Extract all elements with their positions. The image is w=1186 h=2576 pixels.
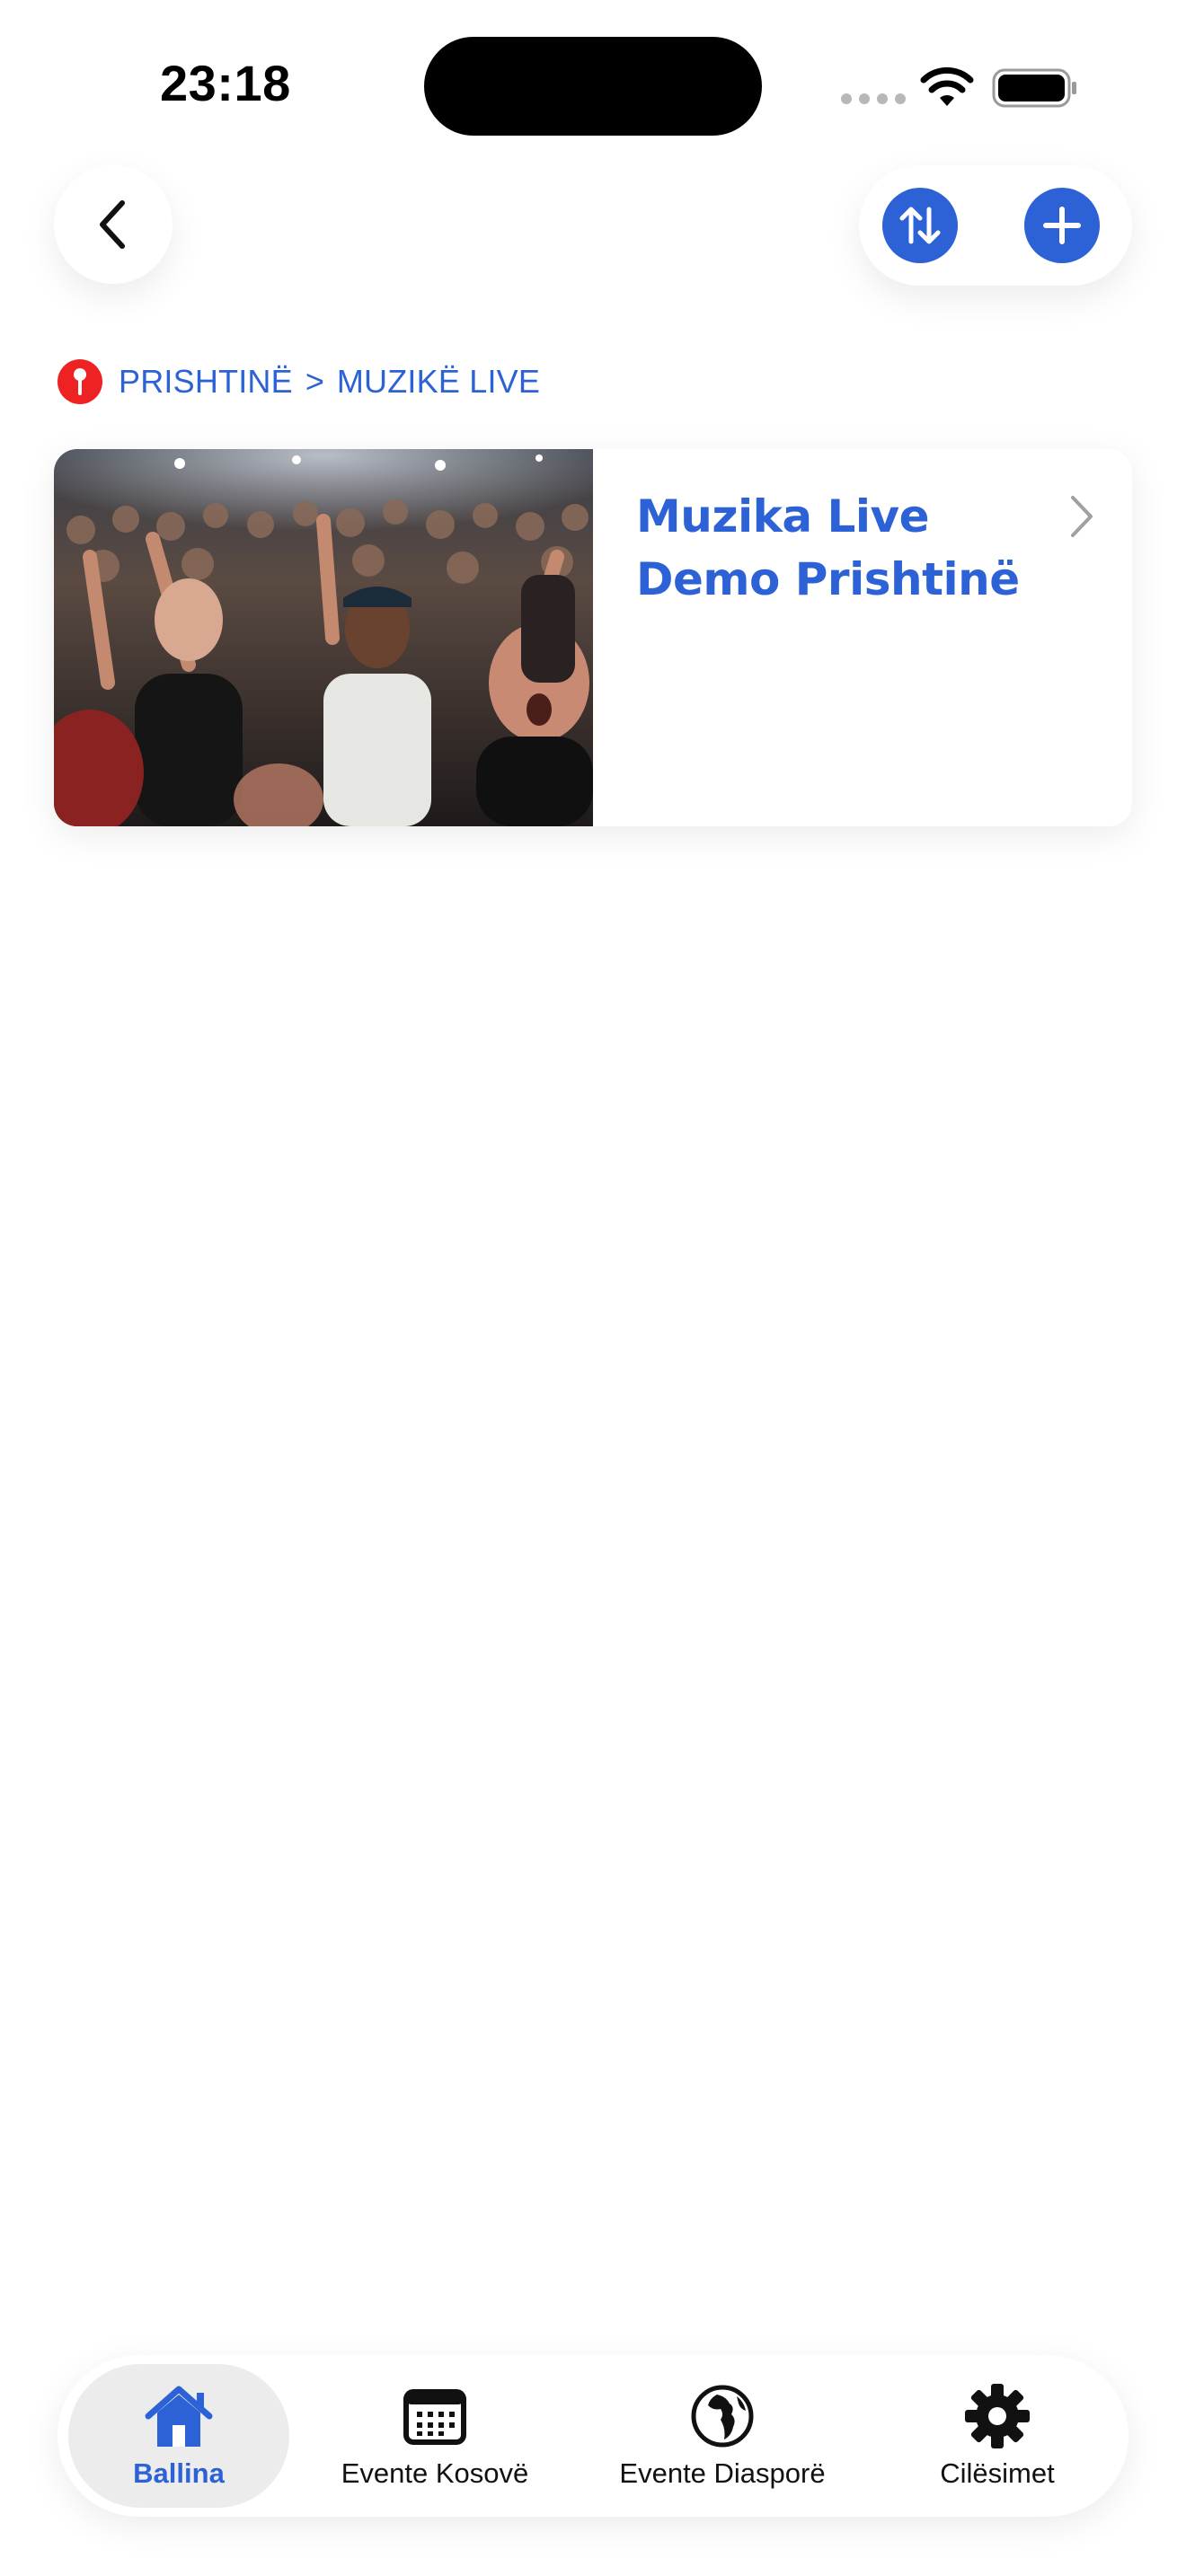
- tab-label: Evente Diasporë: [619, 2457, 826, 2489]
- bottom-tab-bar: Ballina Evente Kosovë Evente Diasporë Ci…: [58, 2355, 1128, 2517]
- back-button[interactable]: [54, 165, 173, 284]
- home-icon: [143, 2382, 215, 2450]
- tab-label: Cilësimet: [940, 2457, 1055, 2489]
- cellular-signal-icon: [841, 93, 906, 104]
- event-title[interactable]: Muzika Live Demo Prishtinë: [636, 485, 1031, 611]
- sort-button[interactable]: [882, 188, 958, 263]
- tab-label: Evente Kosovë: [341, 2457, 529, 2489]
- event-title-line-2: Demo Prishtinë: [636, 553, 1020, 605]
- plus-icon: [1043, 207, 1081, 244]
- tab-cilesimet[interactable]: Cilësimet: [890, 2355, 1105, 2517]
- sort-arrows-icon: [899, 207, 941, 244]
- breadcrumb-category: MUZIKË LIVE: [336, 363, 541, 400]
- concert-crowd-photo: [54, 449, 593, 826]
- breadcrumb: PRISHTINË > MUZIKË LIVE: [58, 359, 540, 404]
- add-event-button[interactable]: [1024, 188, 1100, 263]
- gear-icon: [961, 2382, 1033, 2450]
- tab-ballina[interactable]: Ballina: [68, 2355, 289, 2517]
- calendar-icon: [399, 2382, 471, 2450]
- chevron-left-icon: [100, 200, 125, 249]
- globe-icon: [686, 2382, 758, 2450]
- tab-label: Ballina: [133, 2457, 225, 2489]
- map-pin-icon: [58, 359, 102, 404]
- breadcrumb-separator: >: [305, 363, 324, 400]
- dynamic-island: [424, 37, 762, 136]
- tab-evente-diaspore[interactable]: Evente Diasporë: [597, 2355, 848, 2517]
- header-actions: [859, 165, 1132, 286]
- status-time: 23:18: [160, 55, 291, 111]
- breadcrumb-city[interactable]: PRISHTINË: [119, 363, 293, 401]
- event-card[interactable]: Muzika Live Demo Prishtinë: [54, 449, 1132, 826]
- tab-evente-kosove[interactable]: Evente Kosovë: [327, 2355, 543, 2517]
- battery-icon: [992, 68, 1076, 108]
- wifi-icon: [920, 66, 974, 106]
- chevron-right-icon: [1071, 496, 1093, 537]
- event-title-line-1: Muzika Live: [636, 490, 930, 543]
